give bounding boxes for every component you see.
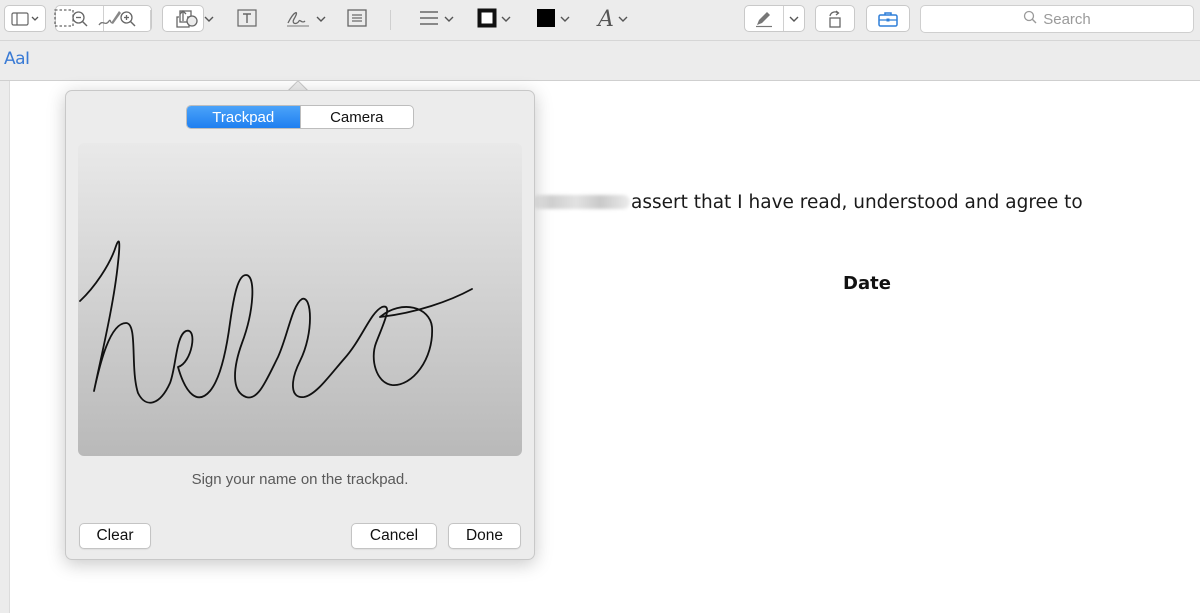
sketch-icon: [97, 7, 123, 34]
cancel-button[interactable]: Cancel: [351, 523, 437, 549]
sketch-button[interactable]: [97, 8, 123, 32]
date-label: Date: [843, 273, 891, 294]
font-icon: A: [598, 7, 614, 32]
text-box-icon: [236, 8, 258, 33]
text-style-button[interactable]: AaI: [4, 49, 30, 69]
redacted-name: [532, 195, 630, 209]
chevron-down-icon: [316, 15, 326, 26]
signature-drawing: [79, 240, 473, 404]
note-icon: [346, 8, 368, 33]
rect-select-button[interactable]: [53, 8, 75, 32]
fill-color-icon: [536, 8, 556, 33]
line-style-icon: [418, 8, 440, 33]
markup-pen-group: [744, 5, 805, 32]
clear-button[interactable]: Clear: [79, 523, 151, 549]
fill-color-button[interactable]: [536, 8, 570, 32]
sidebar-button[interactable]: [4, 5, 46, 32]
chevron-down-icon: [204, 15, 214, 26]
signature-pad[interactable]: [78, 143, 522, 456]
document-body-text: assert that I have read, understood and …: [631, 192, 1083, 213]
toolbox-button[interactable]: [866, 5, 910, 32]
chevron-down-icon: [444, 15, 454, 26]
document-body-line: assert that I have read, understood and …: [532, 192, 1083, 213]
markup-button[interactable]: [745, 10, 783, 28]
search-placeholder: Search: [1043, 10, 1091, 28]
signature-icon: [284, 7, 312, 34]
pen-icon: [754, 10, 774, 28]
line-style-button[interactable]: [418, 8, 454, 32]
rotate-icon: [825, 9, 845, 29]
signature-button[interactable]: [284, 8, 326, 32]
rect-select-icon: [53, 8, 75, 33]
signature-source-tabs: Trackpad Camera: [186, 105, 414, 129]
signature-popover: Trackpad Camera Sign your name on the tr…: [65, 90, 535, 560]
tab-trackpad[interactable]: Trackpad: [187, 106, 300, 128]
note-button[interactable]: [346, 8, 368, 32]
rotate-button[interactable]: [815, 5, 855, 32]
shapes-icon: [178, 8, 200, 33]
shapes-button[interactable]: [178, 8, 214, 32]
tab-camera[interactable]: Camera: [299, 106, 414, 128]
done-button[interactable]: Done: [448, 523, 521, 549]
chevron-down-icon: [560, 15, 570, 26]
text-box-button[interactable]: [236, 8, 258, 32]
search-icon: [1023, 10, 1037, 28]
chevron-down-icon: [501, 15, 511, 26]
markup-toolbar: [0, 41, 1200, 81]
search-field[interactable]: Search: [920, 5, 1194, 33]
toolbox-icon: [877, 10, 899, 28]
markup-menu-button[interactable]: [784, 15, 804, 23]
border-color-icon: [477, 8, 497, 33]
chevron-down-icon: [789, 15, 799, 23]
signature-hint: Sign your name on the trackpad.: [191, 471, 409, 488]
border-color-button[interactable]: [477, 8, 511, 32]
font-button[interactable]: A: [598, 8, 628, 32]
sidebar-icon: [11, 11, 39, 27]
document-margin: [0, 81, 10, 613]
chevron-down-icon: [618, 15, 628, 26]
